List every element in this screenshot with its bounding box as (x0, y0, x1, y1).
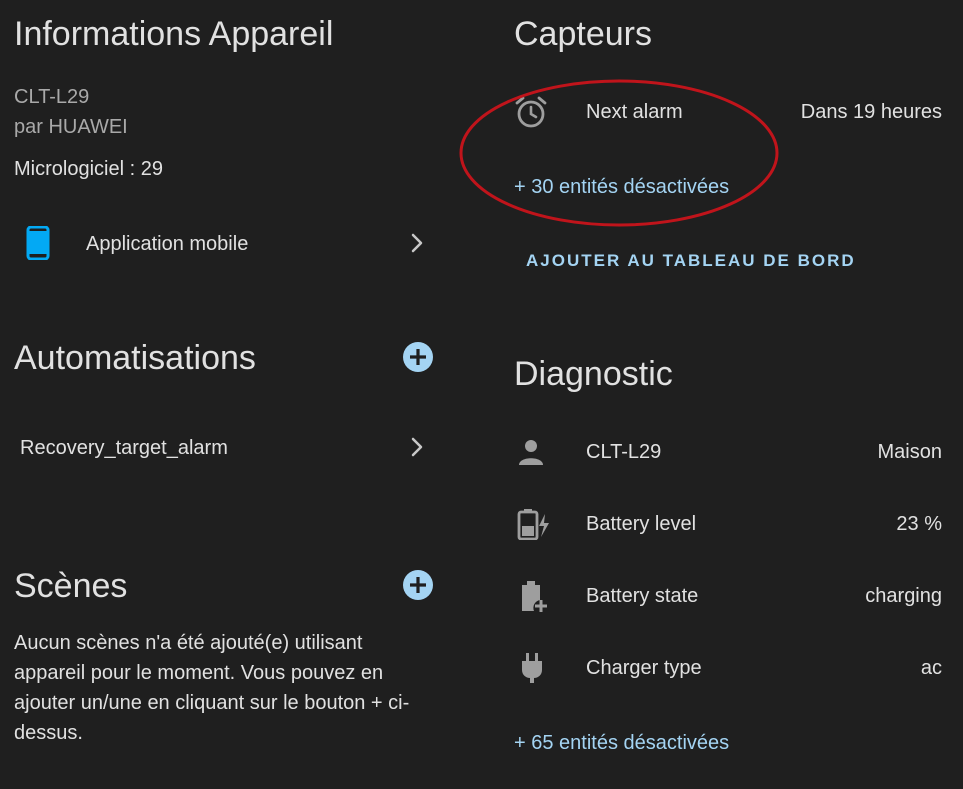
diagnostic-row[interactable]: Battery level 23 % (514, 500, 944, 548)
diagnostic-value: Maison (877, 441, 942, 463)
diagnostic-row[interactable]: Battery state charging (514, 572, 944, 620)
device-page: Informations Appareil CLT-L29 par HUAWEI… (0, 0, 963, 789)
chevron-right-icon[interactable] (410, 232, 424, 254)
sensors-title: Capteurs (514, 15, 652, 53)
diagnostic-value: charging (865, 585, 942, 607)
mobile-phone-icon (26, 226, 50, 260)
person-icon (517, 438, 545, 466)
integration-row-mobile-app[interactable]: Application mobile (14, 218, 434, 270)
device-model: CLT-L29 (14, 86, 90, 108)
scenes-title: Scènes (14, 567, 128, 605)
device-info-title: Informations Appareil (14, 15, 334, 53)
scenes-empty-message: Aucun scènes n'a été ajouté(e) utilisant… (14, 632, 410, 744)
automation-row[interactable]: Recovery_target_alarm (14, 422, 434, 474)
annotation-ellipse (459, 79, 779, 227)
diagnostic-value: ac (920, 657, 942, 679)
chevron-right-icon[interactable] (410, 436, 424, 458)
diagnostic-title: Diagnostic (514, 355, 673, 393)
sensor-value: Dans 19 heures (800, 101, 942, 123)
power-plug-icon (520, 652, 544, 684)
diagnostic-label: Battery state (586, 585, 699, 607)
diagnostic-label: Charger type (586, 657, 702, 679)
automation-label: Recovery_target_alarm (20, 437, 228, 459)
diagnostic-label: Battery level (586, 513, 697, 535)
battery-plus-icon (520, 580, 550, 614)
diagnostic-disabled-entities-link[interactable]: + 65 entités désactivées (514, 730, 729, 756)
device-manufacturer: par HUAWEI (14, 116, 128, 138)
diagnostic-value: 23 % (896, 513, 942, 535)
add-automation-button[interactable] (403, 342, 433, 372)
device-firmware: Micrologiciel : 29 (14, 158, 163, 180)
add-scene-button[interactable] (403, 570, 433, 600)
diagnostic-label: CLT-L29 (586, 441, 662, 463)
add-to-dashboard-button[interactable]: AJOUTER AU TABLEAU DE BORD (526, 251, 856, 271)
integration-label: Application mobile (86, 233, 249, 255)
battery-charging-icon (516, 508, 550, 540)
automations-title: Automatisations (14, 339, 256, 377)
diagnostic-row[interactable]: Charger type ac (514, 644, 944, 692)
diagnostic-row[interactable]: CLT-L29 Maison (514, 428, 944, 476)
